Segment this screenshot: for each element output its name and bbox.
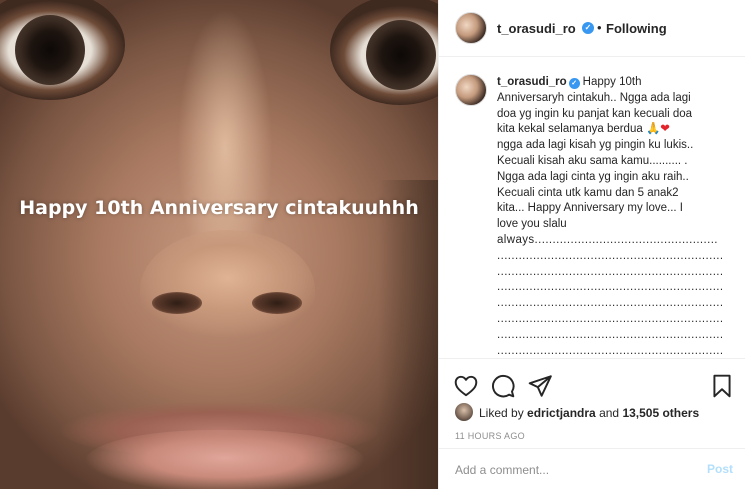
caption-dots-line: ........................................… [497,312,722,325]
likes-conjunction: and [595,406,623,420]
photo-shadow [378,180,438,489]
caption-text-line: Kecuali cinta utk kamu dan 5 anak2 [497,186,679,199]
like-button[interactable] [453,373,479,399]
follow-status-button[interactable]: Following [606,21,667,36]
comment-input[interactable] [455,461,685,479]
photo-right-iris [366,20,436,90]
caption-text-line: Happy 10th [582,76,642,88]
post-header: t_orasudi_ro ✓ • Following [439,0,745,57]
comment-button[interactable] [490,373,516,399]
caption-author-avatar[interactable] [455,74,487,106]
post-side-panel: t_orasudi_ro ✓ • Following t_orasudi_ro ✓… [438,0,745,489]
post-photo[interactable]: Happy 10th Anniversary cintakuuhhh [0,0,438,489]
save-button[interactable] [709,373,735,399]
caption-dots-line: ........................................… [497,328,722,341]
likes-text: Liked by edrictjandra and 13,505 others [479,406,699,420]
praying-hands-icon: 🙏 [645,123,661,136]
post-comment-button[interactable]: Post [707,462,733,476]
red-heart-icon: ❤ [660,123,670,136]
comments-section[interactable]: t_orasudi_ro ✓ Happy 10th Anniversaryh cin… [439,58,745,358]
caption-text-line: kita kekal selamanya berdua [497,123,643,136]
photo-nostril-right [252,292,302,314]
photo-right-eye [330,0,438,105]
post-timestamp[interactable]: 11 HOURS AGO [455,431,525,441]
share-button[interactable] [527,373,553,399]
caption-dots-line: ........................................… [497,265,722,278]
author-username[interactable]: t_orasudi_ro [497,21,576,36]
photo-nose [140,230,315,350]
comment-icon [492,374,515,398]
photo-left-eye [0,0,125,100]
paper-plane-icon [528,375,552,397]
caption-text-line-with-emoji: kita kekal selamanya berdua 🙏❤ [497,122,722,138]
heart-icon [454,375,478,397]
liker-username-link[interactable]: edrictjandra [527,406,596,420]
caption-dots-line: ........................................… [497,249,722,262]
likes-prefix: Liked by [479,406,528,420]
caption-text-line: Anniversaryh cintakuh.. Ngga ada lagi [497,91,691,104]
bookmark-icon [713,374,731,398]
caption-first-line: t_orasudi_ro ✓ Happy 10th [497,75,722,91]
liker-avatar[interactable] [455,403,473,421]
caption-dots-line: ........................................… [497,344,722,357]
photo-left-iris [15,15,85,85]
author-avatar[interactable] [455,12,487,44]
post-caption: t_orasudi_ro ✓ Happy 10th Anniversaryh cin… [497,75,722,358]
verified-badge-icon: ✓ [582,22,594,34]
caption-text-line: ngga ada lagi kisah yg pingin ku lukis.. [497,139,694,152]
likes-count-link[interactable]: 13,505 others [622,406,699,420]
caption-author-username[interactable]: t_orasudi_ro [497,76,567,88]
caption-dots-line: ........................................… [497,297,722,310]
caption-text-line: Kecuali kisah aku sama kamu.......... . [497,154,688,167]
verified-badge-icon: ✓ [568,78,580,89]
caption-text-line: always..................................… [497,233,718,246]
header-separator: • [597,20,602,35]
caption-text-line: love you slalu [497,218,567,231]
photo-nostril-left [152,292,202,314]
caption-dots-line: ........................................… [497,281,722,294]
caption-text-line: Ngga ada lagi cinta yg ingin aku raih.. [497,170,689,183]
caption-text-line: doa yg ingin ku panjat kan kecuali doa [497,107,693,120]
caption-text-line: kita... Happy Anniversary my love... I [497,202,683,215]
add-comment-bar: Post [439,448,745,489]
photo-overlay-text: Happy 10th Anniversary cintakuuhhh [19,197,419,219]
photo-lower-lip [85,430,365,489]
